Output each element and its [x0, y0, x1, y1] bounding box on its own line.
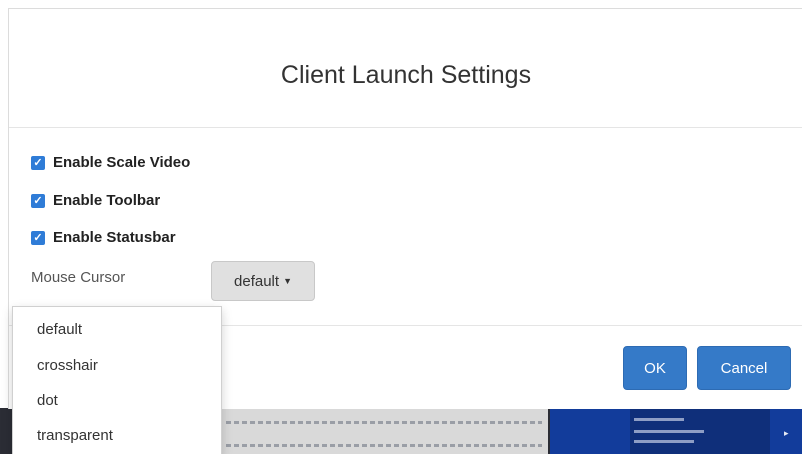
mouse-cursor-select[interactable]: default ▼	[211, 261, 315, 301]
enable-scale-video-label: Enable Scale Video	[53, 154, 191, 171]
enable-toolbar-label: Enable Toolbar	[53, 192, 161, 209]
mouse-cursor-label: Mouse Cursor	[31, 269, 126, 286]
background-menu	[630, 408, 770, 454]
cancel-button[interactable]: Cancel	[697, 346, 791, 390]
cursor-option-crosshair[interactable]: crosshair	[37, 357, 98, 374]
enable-toolbar-option[interactable]: ✓ Enable Toolbar	[31, 192, 160, 209]
background-arrow-icon: ▸	[784, 428, 789, 438]
checkmark-icon[interactable]: ✓	[31, 155, 45, 170]
cursor-option-transparent[interactable]: transparent	[37, 427, 113, 444]
checkmark-icon[interactable]: ✓	[31, 193, 45, 208]
caret-down-icon: ▼	[283, 276, 292, 286]
checkmark-icon[interactable]: ✓	[31, 230, 45, 245]
enable-scale-video-option[interactable]: ✓ Enable Scale Video	[31, 154, 190, 171]
background-text-panel	[222, 408, 548, 454]
dialog-header: Client Launch Settings	[9, 9, 802, 128]
enable-statusbar-label: Enable Statusbar	[53, 229, 176, 246]
cursor-option-default[interactable]: default	[37, 321, 82, 338]
enable-statusbar-option[interactable]: ✓ Enable Statusbar	[31, 229, 176, 246]
cursor-option-dot[interactable]: dot	[37, 392, 58, 409]
screen: ▸ Client Launch Settings ✓ Enable Scale …	[0, 0, 802, 454]
mouse-cursor-selected-value: default	[234, 272, 280, 290]
ok-button[interactable]: OK	[623, 346, 687, 390]
dialog-title: Client Launch Settings	[280, 61, 532, 89]
mouse-cursor-dropdown: default crosshair dot transparent	[12, 306, 222, 454]
